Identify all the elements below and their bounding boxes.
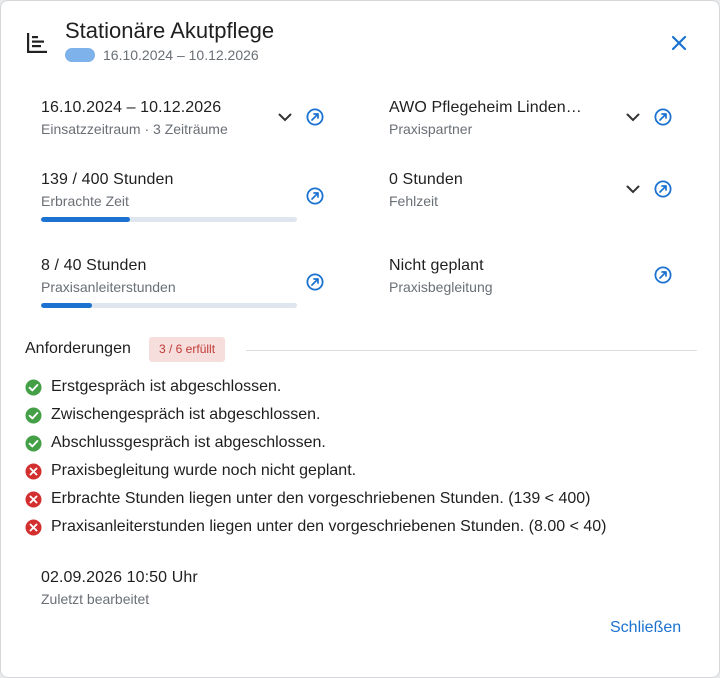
praxisanleiterstunden-label: Praxisanleiterstunden [41, 279, 176, 295]
praxispartner-open-button[interactable] [653, 107, 673, 127]
open-in-new-circle-icon [306, 108, 324, 126]
open-in-new-circle-icon [306, 273, 324, 291]
requirements-heading: Anforderungen [25, 340, 131, 357]
erbrachte-zeit-field: 139 / 400 Stunden Erbrachte Zeit [41, 171, 173, 209]
praxispartner-value: AWO Pflegeheim Linden… [389, 99, 582, 116]
schliessen-button[interactable]: Schließen [610, 619, 681, 637]
fehlzeit-field: 0 Stunden Fehlzeit [389, 171, 463, 209]
erbrachte-zeit-open-button[interactable] [305, 186, 325, 206]
chevron-down-icon [626, 185, 640, 193]
period-color-chip [65, 48, 95, 62]
einsatzzeitraum-field: 16.10.2024 – 10.12.2026 Einsatzzeitraum … [41, 99, 228, 137]
einsatzzeitraum-open-button[interactable] [305, 107, 325, 127]
einsatzzeitraum-value: 16.10.2024 – 10.12.2026 [41, 99, 222, 116]
dialog-subtitle: 16.10.2024 – 10.12.2026 [103, 47, 259, 63]
requirements-divider [246, 350, 697, 351]
open-in-new-circle-icon [654, 108, 672, 126]
check-circle-icon [25, 379, 42, 395]
praxisanleiterstunden-value: 8 / 40 Stunden [41, 257, 147, 274]
praxisbegleitung-field: Nicht geplant Praxisbegleitung [389, 257, 493, 295]
erbrachte-zeit-progress-bar [41, 217, 297, 222]
requirement-item: Zwischengespräch ist abgeschlossen. [25, 401, 606, 429]
chevron-down-icon [278, 113, 292, 121]
close-icon [671, 35, 687, 51]
timeline-list-icon [27, 33, 47, 53]
fehlzeit-label: Fehlzeit [389, 193, 439, 209]
requirement-text: Abschlussgespräch ist abgeschlossen. [51, 434, 326, 451]
erbrachte-zeit-label: Erbrachte Zeit [41, 193, 129, 209]
praxisanleiterstunden-open-button[interactable] [305, 272, 325, 292]
praxisbegleitung-open-button[interactable] [653, 265, 673, 285]
requirements-list: Erstgespräch ist abgeschlossen. Zwischeng… [25, 373, 606, 541]
erbrachte-zeit-value: 139 / 400 Stunden [41, 171, 174, 188]
last-edited-label: Zuletzt bearbeitet [41, 591, 150, 607]
error-circle-icon [25, 463, 42, 479]
last-edited-value: 02.09.2026 10:50 Uhr [41, 569, 198, 586]
check-circle-icon [25, 435, 42, 451]
close-button[interactable] [666, 30, 692, 56]
fehlzeit-value: 0 Stunden [389, 171, 463, 188]
requirement-item: Praxisbegleitung wurde noch nicht geplan… [25, 457, 606, 485]
praxispartner-expand-button[interactable] [622, 106, 644, 128]
fehlzeit-expand-button[interactable] [622, 178, 644, 200]
chevron-down-icon [626, 113, 640, 121]
requirement-text: Zwischengespräch ist abgeschlossen. [51, 406, 321, 423]
einsatzzeitraum-expand-button[interactable] [274, 106, 296, 128]
open-in-new-circle-icon [654, 180, 672, 198]
open-in-new-circle-icon [306, 187, 324, 205]
requirement-item: Erstgespräch ist abgeschlossen. [25, 373, 606, 401]
requirement-item: Erbrachte Stunden liegen unter den vorge… [25, 485, 606, 513]
details-dialog: Stationäre Akutpflege 16.10.2024 – 10.12… [0, 0, 720, 678]
einsatzzeitraum-label: Einsatzzeitraum · 3 Zeiträume [41, 121, 228, 137]
praxisanleiterstunden-progress-fill [41, 303, 93, 308]
praxisanleiterstunden-field: 8 / 40 Stunden Praxisanleiterstunden [41, 257, 176, 295]
error-circle-icon [25, 519, 42, 535]
fehlzeit-open-button[interactable] [653, 179, 673, 199]
last-edited-field: 02.09.2026 10:50 Uhr Zuletzt bearbeitet [41, 569, 198, 607]
requirement-item: Abschlussgespräch ist abgeschlossen. [25, 429, 606, 457]
dialog-title: Stationäre Akutpflege [65, 18, 275, 43]
praxisanleiterstunden-progress-bar [41, 303, 297, 308]
requirement-item: Praxisanleiterstunden liegen unter den v… [25, 513, 606, 541]
requirements-status-badge: 3 / 6 erfüllt [149, 337, 226, 362]
praxisbegleitung-label: Praxisbegleitung [389, 279, 493, 295]
requirement-text: Erstgespräch ist abgeschlossen. [51, 378, 282, 395]
requirement-text: Praxisbegleitung wurde noch nicht geplan… [51, 462, 357, 479]
requirement-text: Praxisanleiterstunden liegen unter den v… [51, 518, 607, 535]
error-circle-icon [25, 491, 42, 507]
praxispartner-field: AWO Pflegeheim Linden… Praxispartner [389, 99, 582, 137]
requirement-text: Erbrachte Stunden liegen unter den vorge… [51, 490, 591, 507]
praxisbegleitung-value: Nicht geplant [389, 257, 484, 274]
open-in-new-circle-icon [654, 266, 672, 284]
praxispartner-label: Praxispartner [389, 121, 473, 137]
erbrachte-zeit-progress-fill [41, 217, 130, 222]
check-circle-icon [25, 407, 42, 423]
